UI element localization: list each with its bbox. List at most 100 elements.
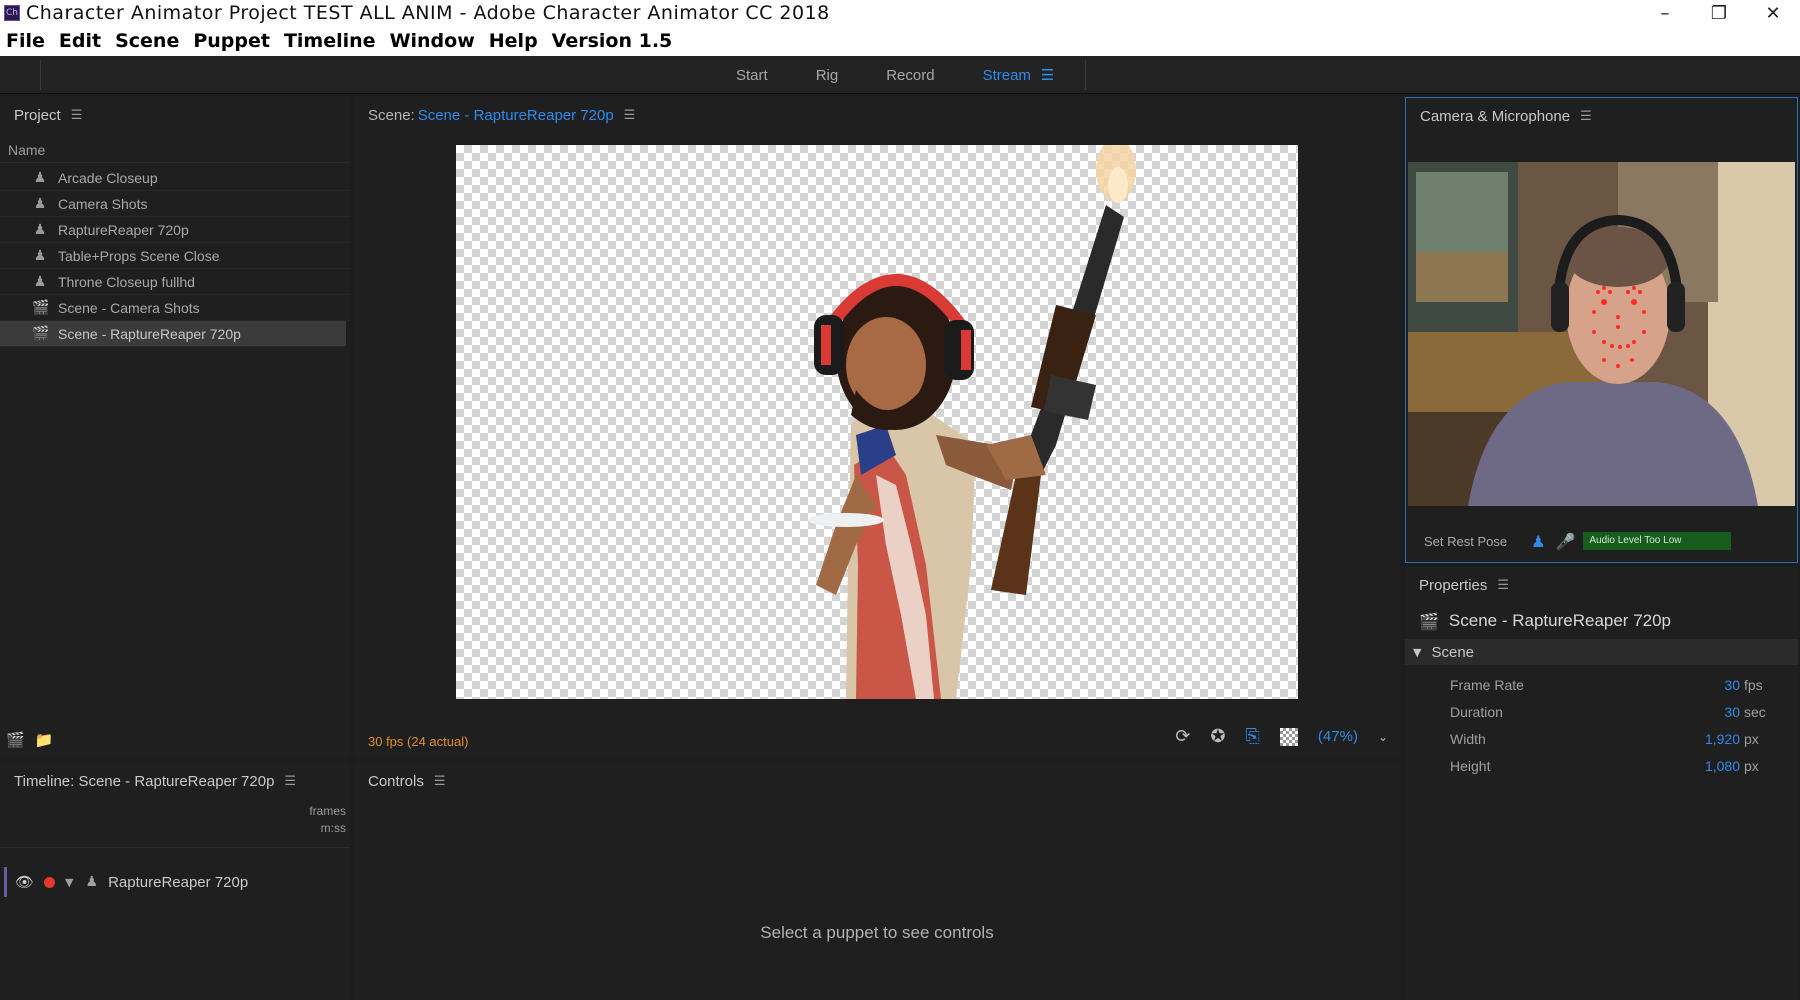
scene-icon: 🎬: [32, 325, 50, 342]
project-panel: Project ☰ Name ♟ Arcade Closeup ♟ Camera…: [0, 97, 350, 757]
panel-menu-icon[interactable]: ☰: [284, 774, 296, 789]
menu-edit[interactable]: Edit: [59, 30, 101, 52]
project-item-label: Camera Shots: [58, 195, 148, 212]
property-label: Duration: [1450, 703, 1503, 720]
column-header-name[interactable]: Name: [0, 137, 350, 163]
scene-name-link[interactable]: Scene - RaptureReaper 720p: [418, 107, 614, 124]
panel-menu-icon[interactable]: ☰: [1580, 109, 1592, 124]
workspace-tab-stream[interactable]: Stream: [983, 67, 1031, 84]
restore-icon: ❐: [1710, 2, 1728, 24]
property-unit: px: [1744, 757, 1759, 774]
property-row-duration: Duration 30 sec: [1405, 698, 1798, 725]
scene-panel: Scene: Scene - RaptureReaper 720p ☰ 30 f…: [354, 97, 1400, 757]
project-panel-title[interactable]: Project: [14, 107, 61, 124]
audio-level-meter: Audio Level Too Low: [1583, 532, 1732, 550]
controls-panel-title[interactable]: Controls: [368, 773, 424, 790]
record-arm-icon[interactable]: [44, 876, 56, 888]
puppet-character-image[interactable]: [456, 145, 1298, 699]
timeline-panel-title[interactable]: Timeline: Scene - RaptureReaper 720p: [14, 773, 274, 790]
title-bar: Ch Character Animator Project TEST ALL A…: [0, 0, 1800, 26]
property-value[interactable]: 30: [1650, 704, 1740, 720]
project-item-selected[interactable]: 🎬 Scene - RaptureReaper 720p: [0, 321, 346, 347]
workspace-bar: Start Rig Record Stream ☰: [0, 56, 1800, 94]
menu-window[interactable]: Window: [390, 30, 475, 52]
project-item[interactable]: 🎬 Scene - Camera Shots: [0, 295, 350, 321]
webcam-image: [1408, 162, 1795, 506]
close-icon: ✕: [1765, 2, 1781, 24]
properties-section-scene[interactable]: ▼ Scene: [1405, 639, 1798, 665]
menu-version[interactable]: Version 1.5: [552, 30, 673, 52]
project-item-label: Scene - RaptureReaper 720p: [58, 325, 241, 342]
restore-button[interactable]: ❐: [1692, 0, 1746, 26]
properties-object-name: Scene - RaptureReaper 720p: [1448, 611, 1672, 630]
project-item[interactable]: ♟ Arcade Closeup: [0, 165, 350, 191]
property-row-width: Width 1,920 px: [1405, 725, 1798, 752]
panel-menu-icon[interactable]: ☰: [71, 108, 83, 123]
window-title: Character Animator Project TEST ALL ANIM…: [26, 2, 830, 24]
property-label: Height: [1450, 757, 1491, 774]
new-scene-icon[interactable]: 🎬: [6, 731, 25, 749]
project-list: ♟ Arcade Closeup ♟ Camera Shots ♟ Raptur…: [0, 165, 350, 347]
workspace-menu-icon[interactable]: ☰: [1041, 66, 1054, 84]
section-label: Scene: [1431, 643, 1475, 661]
toolbar-grip: [40, 60, 41, 90]
timeline-track[interactable]: 👁 ▼ ♟ RaptureReaper 720p: [4, 867, 348, 897]
refresh-icon[interactable]: ⟳: [1175, 726, 1190, 747]
puppet-icon: ♟: [85, 874, 99, 890]
project-item-label: Scene - Camera Shots: [58, 299, 200, 316]
project-item[interactable]: ♟ RaptureReaper 720p: [0, 217, 350, 243]
project-item[interactable]: ♟ Table+Props Scene Close: [0, 243, 350, 269]
property-value[interactable]: 1,080: [1650, 758, 1740, 774]
property-value[interactable]: 30: [1650, 677, 1740, 693]
timeline-scale-frames: frames: [309, 804, 346, 818]
menu-scene[interactable]: Scene: [115, 30, 179, 52]
new-folder-icon[interactable]: 📁: [35, 731, 54, 749]
physics-icon[interactable]: ✪: [1210, 726, 1225, 747]
visibility-eye-icon[interactable]: 👁: [15, 873, 34, 891]
panel-menu-icon[interactable]: ☰: [624, 108, 636, 123]
workspace-tab-record[interactable]: Record: [886, 67, 934, 84]
webcam-feed: [1408, 162, 1795, 506]
menu-file[interactable]: File: [6, 30, 45, 52]
properties-panel-title[interactable]: Properties: [1419, 577, 1487, 594]
properties-panel: Properties ☰ 🎬 Scene - RaptureReaper 720…: [1405, 567, 1798, 1000]
transparency-toggle-icon[interactable]: [1279, 727, 1298, 746]
puppet-icon: ♟: [33, 221, 47, 238]
zoom-dropdown-chevron-icon[interactable]: ⌄: [1378, 730, 1388, 744]
project-item[interactable]: ♟ Throne Closeup fullhd: [0, 269, 350, 295]
puppet-icon: ♟: [33, 169, 47, 186]
app-logo-icon: Ch: [4, 5, 20, 21]
property-unit: fps: [1744, 676, 1763, 693]
minimize-button[interactable]: –: [1638, 0, 1692, 26]
project-item-label: Throne Closeup fullhd: [58, 273, 195, 290]
menu-puppet[interactable]: Puppet: [193, 30, 270, 52]
fps-readout: 30 fps (24 actual): [368, 734, 469, 749]
project-item-label: Arcade Closeup: [58, 169, 158, 186]
chevron-down-icon[interactable]: ▼: [65, 876, 73, 889]
panel-menu-icon[interactable]: ☰: [1497, 578, 1509, 593]
stream-output-icon[interactable]: ⎘: [1246, 726, 1260, 747]
project-item[interactable]: ♟ Camera Shots: [0, 191, 350, 217]
scene-stage[interactable]: [456, 145, 1298, 699]
zoom-level[interactable]: (47%): [1318, 728, 1358, 745]
timeline-scale-time: m:ss: [320, 821, 346, 835]
menu-help[interactable]: Help: [489, 30, 538, 52]
controls-panel: Controls ☰ Select a puppet to see contro…: [354, 763, 1400, 1000]
set-rest-pose-button[interactable]: Set Rest Pose: [1424, 534, 1507, 549]
scene-icon: 🎬: [1419, 611, 1439, 631]
scene-icon: 🎬: [32, 299, 50, 316]
track-name: RaptureReaper 720p: [108, 873, 249, 891]
property-value[interactable]: 1,920: [1650, 731, 1740, 747]
panel-menu-icon[interactable]: ☰: [434, 774, 446, 789]
property-row-height: Height 1,080 px: [1405, 752, 1798, 779]
menu-timeline[interactable]: Timeline: [284, 30, 376, 52]
close-button[interactable]: ✕: [1746, 0, 1800, 26]
camera-toggle-icon[interactable]: ♟: [1531, 532, 1545, 551]
property-label: Frame Rate: [1450, 676, 1524, 693]
camera-panel-title[interactable]: Camera & Microphone: [1420, 108, 1570, 125]
workspace-divider: [1085, 60, 1086, 90]
microphone-icon[interactable]: 🎤: [1555, 532, 1575, 551]
controls-empty-message: Select a puppet to see controls: [760, 923, 994, 942]
workspace-tab-rig[interactable]: Rig: [816, 67, 839, 84]
workspace-tab-start[interactable]: Start: [736, 67, 768, 84]
